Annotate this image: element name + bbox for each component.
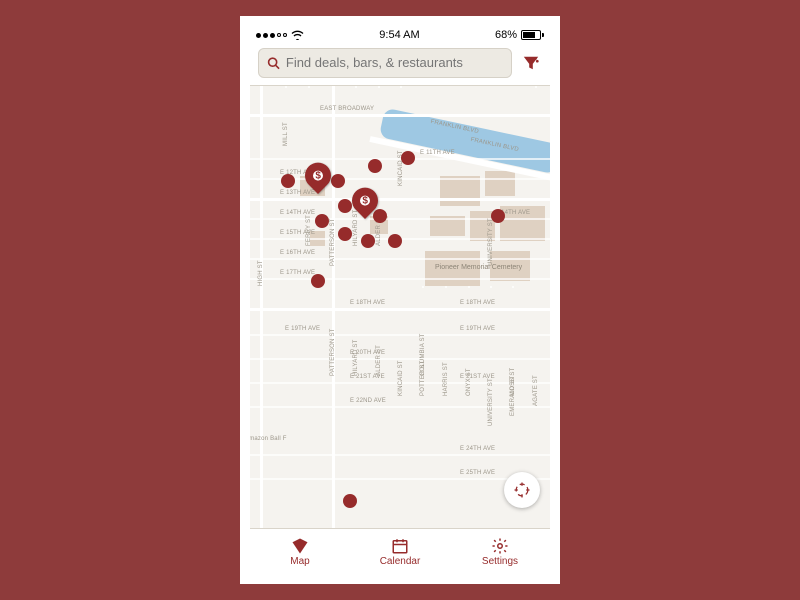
street-label: UNIVERSITY ST bbox=[488, 378, 494, 426]
tab-calendar[interactable]: Calendar bbox=[350, 529, 450, 574]
building bbox=[440, 176, 480, 206]
map-view[interactable]: EAST BROADWAY E 11TH AVE E 12TH AVE E 13… bbox=[250, 86, 550, 528]
road bbox=[512, 286, 514, 288]
street-label: KINCAID ST bbox=[398, 360, 404, 396]
landmark-label-ballfield: Amazon Ball F bbox=[250, 436, 287, 442]
road bbox=[260, 86, 263, 528]
battery-pct: 68% bbox=[495, 29, 517, 41]
map-pin[interactable] bbox=[373, 209, 387, 223]
map-pin[interactable] bbox=[338, 227, 352, 241]
phone-frame: 9:54 AM 68% bbox=[240, 16, 560, 584]
tab-settings[interactable]: Settings bbox=[450, 529, 550, 574]
search-box[interactable] bbox=[258, 48, 512, 78]
road bbox=[355, 86, 357, 88]
street-label: E 25TH AVE bbox=[460, 470, 495, 476]
road bbox=[332, 86, 335, 528]
street-label: ONYX ST bbox=[466, 368, 472, 396]
street-label: HILYARD ST bbox=[353, 340, 359, 376]
road bbox=[422, 286, 424, 288]
street-label: E 18TH AVE bbox=[350, 300, 385, 306]
road bbox=[250, 334, 550, 336]
street-label: AGATE ST bbox=[533, 375, 539, 406]
road bbox=[250, 218, 550, 220]
road bbox=[250, 258, 550, 260]
search-input[interactable] bbox=[286, 55, 503, 70]
wifi-icon bbox=[291, 30, 304, 40]
tab-label: Calendar bbox=[380, 556, 421, 567]
signal-dots-icon bbox=[256, 33, 287, 38]
crosshair-icon bbox=[512, 480, 532, 500]
road bbox=[285, 86, 287, 88]
street-label: MOSS ST bbox=[510, 368, 516, 396]
road bbox=[535, 86, 537, 88]
map-pin[interactable] bbox=[368, 159, 382, 173]
street-label: E 18TH AVE bbox=[460, 300, 495, 306]
status-time: 9:54 AM bbox=[379, 29, 419, 41]
tab-map[interactable]: Map bbox=[250, 529, 350, 574]
street-label: E 11TH AVE bbox=[420, 150, 455, 156]
street-label: E 22ND AVE bbox=[350, 398, 386, 404]
street-label: E 19TH AVE bbox=[460, 326, 495, 332]
road bbox=[250, 278, 550, 280]
road bbox=[250, 478, 550, 480]
road bbox=[308, 86, 310, 88]
status-bar: 9:54 AM 68% bbox=[250, 26, 550, 44]
road bbox=[250, 198, 550, 201]
street-label: EAST BROADWAY bbox=[320, 106, 374, 112]
gear-icon bbox=[491, 537, 509, 555]
battery-icon bbox=[521, 30, 544, 40]
calendar-icon bbox=[391, 537, 409, 555]
map-pin-icon bbox=[291, 537, 309, 555]
road bbox=[400, 86, 402, 88]
street-label: UNIVERSITY ST bbox=[488, 218, 494, 266]
street-label: HILYARD ST bbox=[353, 210, 359, 246]
map-pin[interactable] bbox=[401, 151, 415, 165]
map-pin[interactable] bbox=[311, 274, 325, 288]
tab-label: Map bbox=[290, 556, 309, 567]
map-pin[interactable] bbox=[331, 174, 345, 188]
road bbox=[468, 286, 470, 288]
search-icon bbox=[267, 56, 280, 70]
map-pin[interactable] bbox=[343, 494, 357, 508]
locate-button[interactable] bbox=[504, 472, 540, 508]
street-label: E 19TH AVE bbox=[285, 326, 320, 332]
street-label: HARRIS ST bbox=[443, 362, 449, 396]
road bbox=[445, 286, 447, 288]
street-label: E 24TH AVE bbox=[460, 446, 495, 452]
building bbox=[485, 171, 515, 196]
street-label: HIGH ST bbox=[258, 260, 264, 286]
street-label: FERRY ST bbox=[306, 215, 312, 246]
road bbox=[250, 114, 550, 117]
street-label: COLUMBIA ST bbox=[420, 333, 426, 376]
map-pin[interactable] bbox=[315, 214, 329, 228]
street-label: PATTERSON ST bbox=[330, 218, 336, 266]
landmark-label: Pioneer Memorial Cemetery bbox=[435, 264, 522, 272]
street-label: E 17TH AVE bbox=[280, 270, 315, 276]
street-label: E 13TH AVE bbox=[280, 190, 315, 196]
road bbox=[490, 286, 492, 288]
street-label: E 16TH AVE bbox=[280, 250, 315, 256]
road bbox=[378, 86, 380, 88]
street-label: MILL ST bbox=[283, 122, 289, 146]
map-pin[interactable] bbox=[491, 209, 505, 223]
road bbox=[250, 454, 550, 456]
road bbox=[250, 308, 550, 311]
filter-button[interactable] bbox=[520, 52, 542, 74]
tab-label: Settings bbox=[482, 556, 518, 567]
tab-bar: Map Calendar Settings bbox=[250, 528, 550, 574]
map-pin[interactable] bbox=[361, 234, 375, 248]
funnel-icon bbox=[522, 54, 540, 72]
street-label: PATTERSON ST bbox=[330, 328, 336, 376]
map-pin[interactable] bbox=[338, 199, 352, 213]
map-pin[interactable] bbox=[281, 174, 295, 188]
road bbox=[250, 406, 550, 408]
map-pin[interactable] bbox=[388, 234, 402, 248]
top-bar bbox=[250, 44, 550, 86]
street-label: ALDER ST bbox=[376, 345, 382, 376]
